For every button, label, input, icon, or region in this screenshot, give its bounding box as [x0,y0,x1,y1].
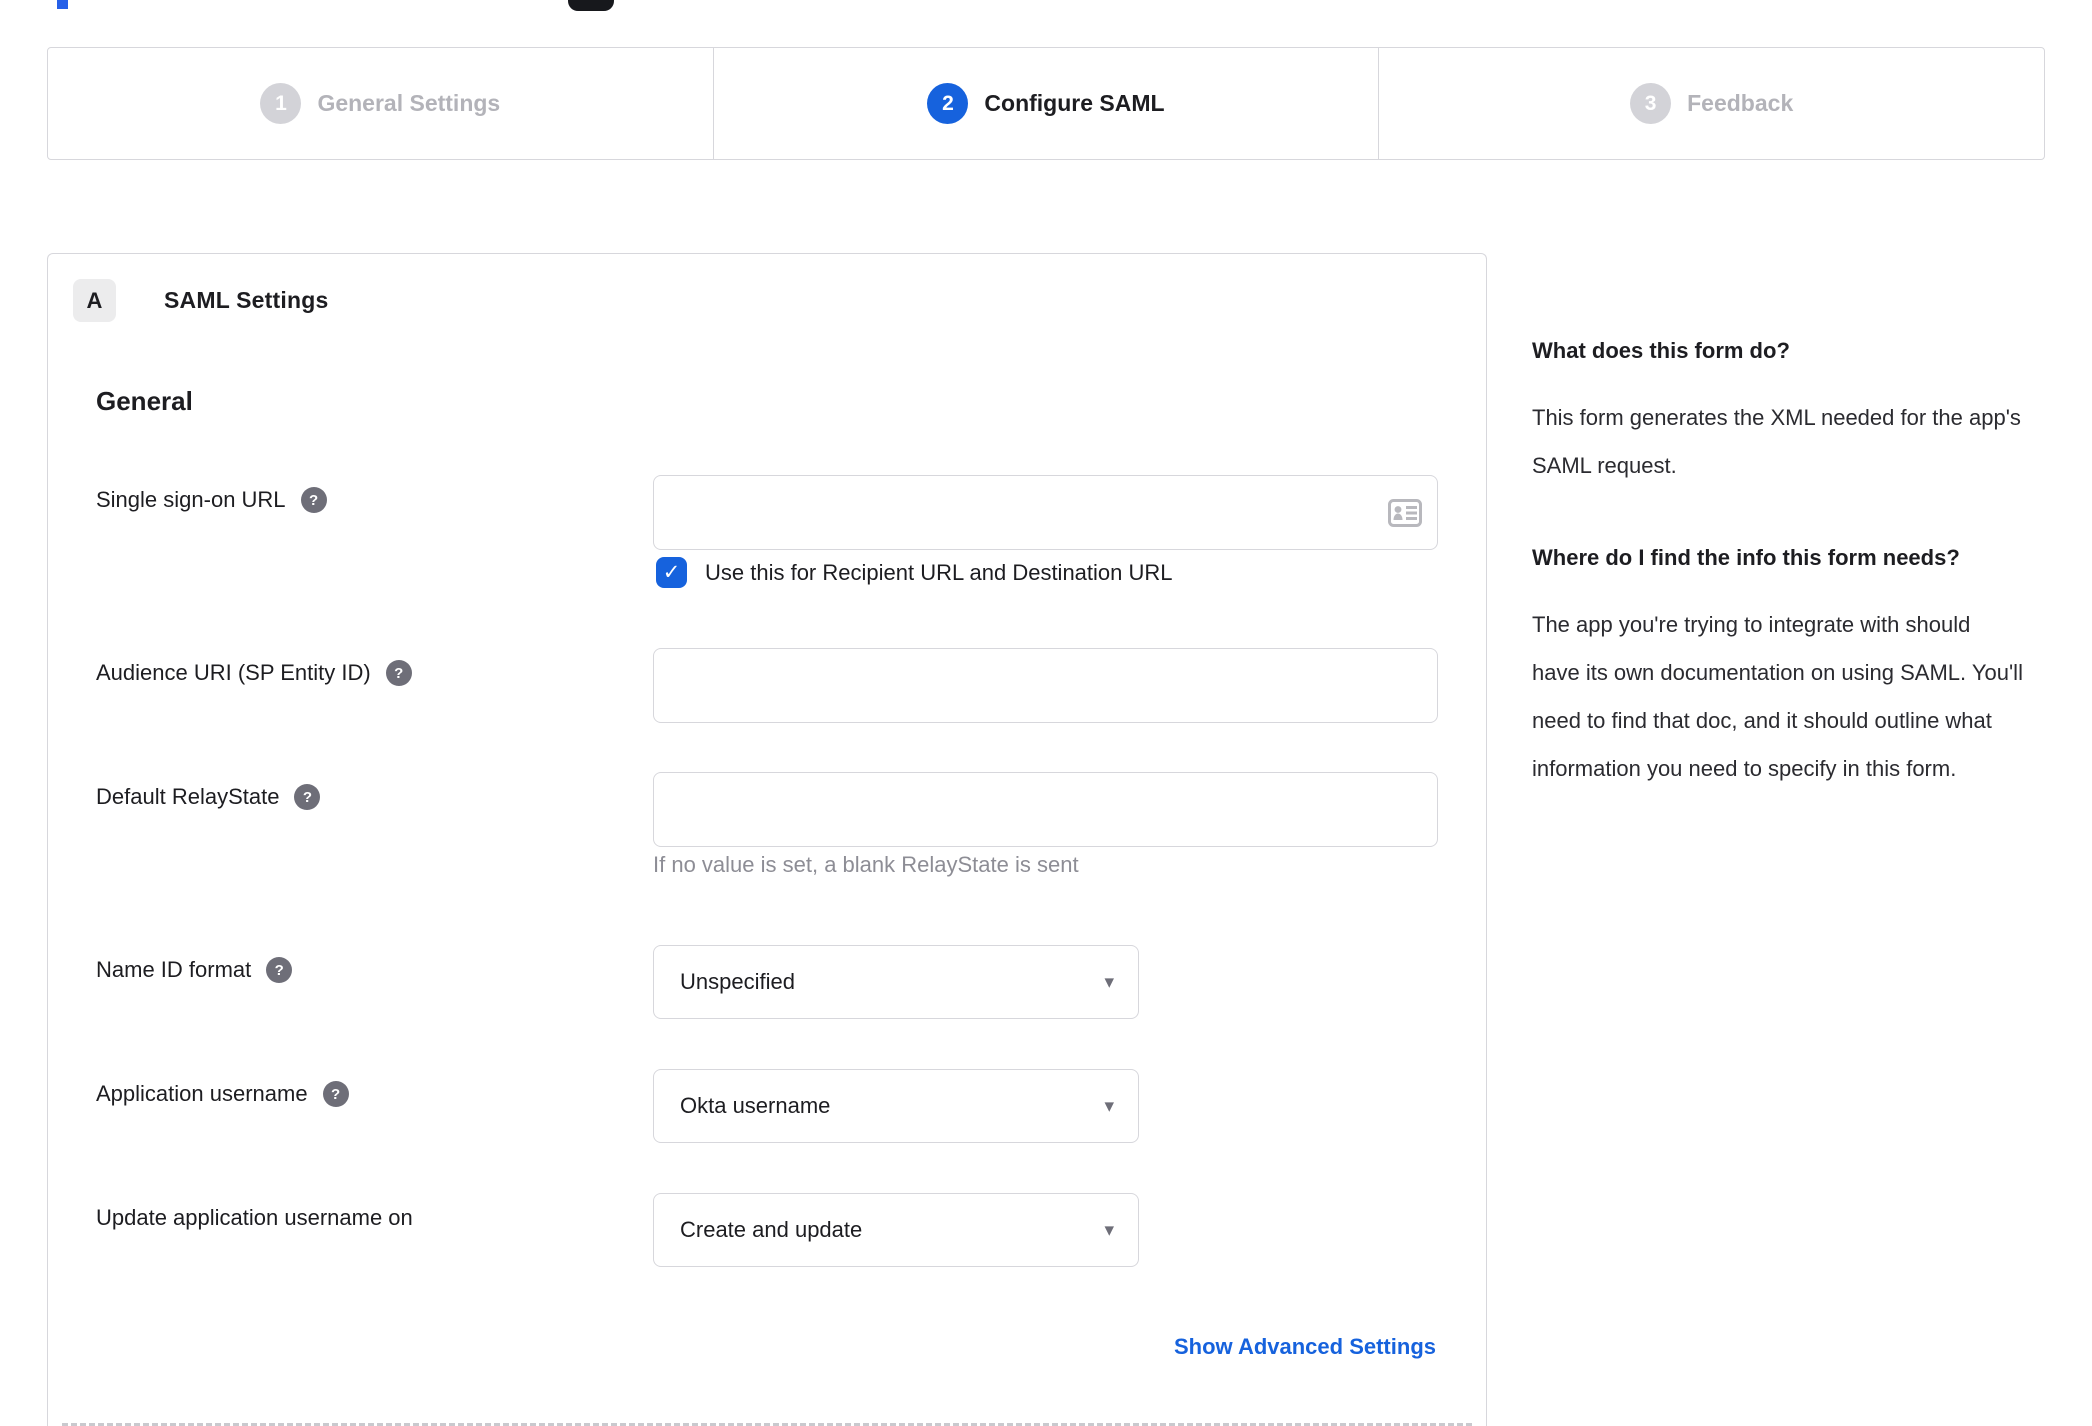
step-number-badge: 1 [260,83,302,124]
sso-url-label-row: Single sign-on URL ? [96,487,327,513]
audience-uri-label: Audience URI (SP Entity ID) [96,660,371,685]
sso-checkbox-row: ✓ Use this for Recipient URL and Destina… [656,557,1173,588]
help-icon[interactable]: ? [322,1081,349,1107]
wizard-stepper: 1 General Settings 2 Configure SAML 3 Fe… [47,47,2045,160]
recipient-url-checkbox-label: Use this for Recipient URL and Destinati… [705,559,1173,585]
app-username-value: Okta username [680,1093,831,1118]
audience-uri-label-row: Audience URI (SP Entity ID) ? [96,660,412,686]
section-a-badge: A [73,279,116,322]
relaystate-label-row: Default RelayState ? [96,784,321,810]
step-number-badge: 2 [927,83,969,124]
help-icon[interactable]: ? [300,487,327,513]
section-title: SAML Settings [164,287,329,313]
saml-settings-panel: A SAML Settings General Single sign-on U… [47,253,1487,1426]
sidebar-question-1: What does this form do? [1532,338,1790,363]
sidebar-answer-2: The app you're trying to integrate with … [1532,612,2023,781]
recipient-url-checkbox[interactable]: ✓ [656,557,687,588]
help-icon[interactable]: ? [294,784,321,810]
clipped-logo-fragment [57,0,68,9]
app-username-label: Application username [96,1081,308,1106]
nameid-format-value: Unspecified [680,969,795,994]
step-label: Configure SAML [984,90,1165,116]
update-username-select[interactable]: Create and update ▾ [653,1193,1139,1267]
clipped-header-icon-fragment [568,0,614,11]
sso-url-input[interactable] [653,475,1438,550]
step-configure-saml[interactable]: 2 Configure SAML [714,48,1380,159]
help-icon[interactable]: ? [385,660,412,686]
chevron-down-icon: ▾ [1104,971,1114,993]
update-username-label-row: Update application username on [96,1205,413,1231]
help-icon[interactable]: ? [266,957,293,983]
help-sidebar: What does this form do? This form genera… [1532,327,2024,793]
nameid-format-label: Name ID format [96,957,252,982]
chevron-down-icon: ▾ [1104,1095,1114,1117]
update-username-value: Create and update [680,1217,863,1242]
app-username-select[interactable]: Okta username ▾ [653,1069,1139,1143]
nameid-format-label-row: Name ID format ? [96,957,293,983]
chevron-down-icon: ▾ [1104,1219,1114,1241]
contact-card-icon [1388,499,1422,527]
audience-uri-input[interactable] [653,648,1438,723]
app-username-label-row: Application username ? [96,1081,349,1107]
section-header: A SAML Settings [73,279,328,322]
show-advanced-settings-link[interactable]: Show Advanced Settings [1174,1334,1436,1360]
update-username-label: Update application username on [96,1205,413,1230]
sidebar-question-2: Where do I find the info this form needs… [1532,545,1960,570]
step-general-settings[interactable]: 1 General Settings [48,48,714,159]
step-number-badge: 3 [1630,83,1672,124]
step-feedback[interactable]: 3 Feedback [1379,48,2044,159]
nameid-format-select[interactable]: Unspecified ▾ [653,945,1139,1019]
relaystate-input[interactable] [653,772,1438,847]
sidebar-answer-1: This form generates the XML needed for t… [1532,405,2021,478]
relaystate-label: Default RelayState [96,784,280,809]
sso-url-label: Single sign-on URL [96,487,286,512]
step-label: Feedback [1687,90,1794,116]
relaystate-hint: If no value is set, a blank RelayState i… [653,852,1079,877]
general-group-heading: General [96,386,193,416]
step-label: General Settings [317,90,501,116]
